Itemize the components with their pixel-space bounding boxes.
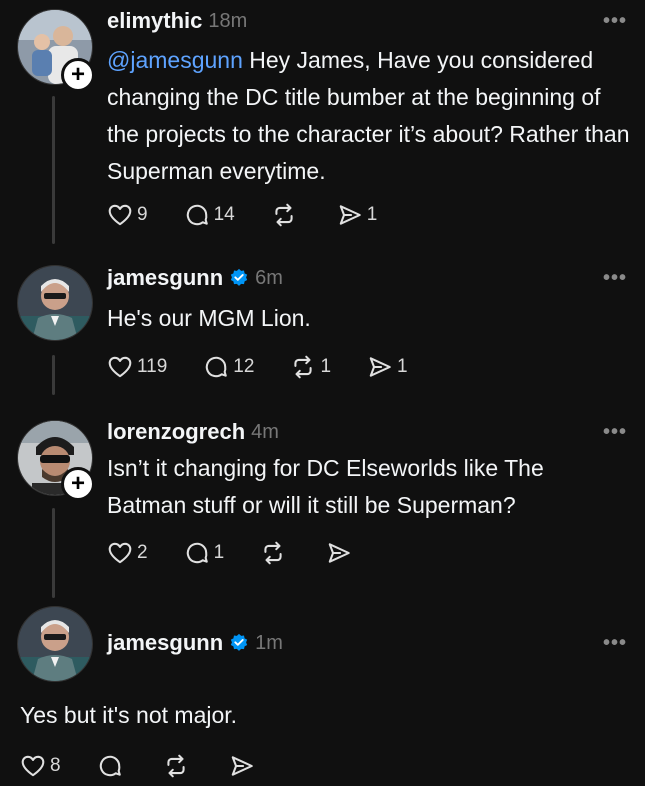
post-elimythic: + elimythic 18m ••• @jamesgunn Hey James… xyxy=(0,0,645,244)
comment-icon xyxy=(184,540,210,566)
post-jamesgunn-1: jamesgunn 6m ••• He's our MGM Lion. 119 … xyxy=(0,255,645,395)
like-button[interactable]: 8 xyxy=(20,753,61,779)
comment-button[interactable]: 14 xyxy=(184,202,235,228)
repost-icon xyxy=(260,540,286,566)
thread-line xyxy=(52,96,55,244)
mention-link[interactable]: @jamesgunn xyxy=(107,47,243,73)
like-button[interactable]: 9 xyxy=(107,202,148,228)
comment-icon xyxy=(203,354,229,380)
repost-icon xyxy=(271,202,297,228)
username[interactable]: jamesgunn xyxy=(107,265,223,291)
post-actions: 119 12 1 1 xyxy=(107,354,444,380)
comment-button[interactable]: 1 xyxy=(184,540,225,566)
share-icon xyxy=(326,540,352,566)
verified-badge-icon xyxy=(229,268,249,288)
reply-count: 12 xyxy=(233,356,255,377)
repost-icon xyxy=(290,354,316,380)
post-text: Yes but it's not major. xyxy=(20,702,238,728)
repost-button[interactable]: 1 xyxy=(290,354,331,380)
post-actions: 2 1 xyxy=(107,540,392,566)
more-icon[interactable]: ••• xyxy=(603,10,627,33)
share-count: 1 xyxy=(397,356,408,377)
username[interactable]: lorenzogrech xyxy=(107,419,245,445)
post-text: He's our MGM Lion. xyxy=(107,305,311,331)
repost-button[interactable] xyxy=(260,540,290,566)
repost-icon xyxy=(163,753,189,779)
share-button[interactable] xyxy=(326,540,356,566)
heart-icon xyxy=(107,540,133,566)
like-button[interactable]: 119 xyxy=(107,354,167,380)
thread-line xyxy=(52,508,55,598)
timestamp: 1m xyxy=(255,631,283,654)
like-count: 2 xyxy=(137,542,148,563)
more-icon[interactable]: ••• xyxy=(603,632,627,655)
share-icon xyxy=(337,202,363,228)
share-icon xyxy=(367,354,393,380)
heart-icon xyxy=(107,354,133,380)
follow-plus-icon[interactable]: + xyxy=(61,58,95,92)
share-button[interactable]: 1 xyxy=(367,354,408,380)
more-icon[interactable]: ••• xyxy=(603,267,627,290)
username[interactable]: elimythic xyxy=(107,8,202,34)
post-lorenzogrech: + lorenzogrech 4m ••• Isn’t it changing … xyxy=(0,410,645,598)
post-actions: 8 xyxy=(20,753,295,779)
timestamp: 6m xyxy=(255,266,283,289)
post-text: Isn’t it changing for DC Elseworlds like… xyxy=(107,455,544,518)
repost-button[interactable] xyxy=(163,753,193,779)
username[interactable]: jamesgunn xyxy=(107,630,223,656)
timestamp: 18m xyxy=(208,9,248,32)
reply-count: 14 xyxy=(213,204,235,225)
comment-icon xyxy=(184,202,210,228)
like-button[interactable]: 2 xyxy=(107,540,148,566)
like-count: 119 xyxy=(137,356,168,377)
share-button[interactable]: 1 xyxy=(337,202,378,228)
follow-plus-icon[interactable]: + xyxy=(61,467,95,501)
share-count: 1 xyxy=(366,204,378,225)
timestamp: 4m xyxy=(251,420,279,443)
comment-button[interactable]: 12 xyxy=(203,354,254,380)
comment-icon xyxy=(97,753,123,779)
repost-count: 1 xyxy=(320,356,332,377)
heart-icon xyxy=(20,753,46,779)
avatar[interactable] xyxy=(17,265,93,341)
like-count: 8 xyxy=(50,755,61,776)
share-icon xyxy=(229,753,255,779)
thread-line xyxy=(52,355,55,395)
heart-icon xyxy=(107,202,133,228)
verified-badge-icon xyxy=(229,633,249,653)
more-icon[interactable]: ••• xyxy=(603,421,627,444)
avatar[interactable] xyxy=(17,606,93,682)
post-jamesgunn-2: jamesgunn 1m ••• Yes but it's not major.… xyxy=(0,600,645,786)
share-button[interactable] xyxy=(229,753,259,779)
post-actions: 9 14 1 xyxy=(107,202,413,228)
comment-button[interactable] xyxy=(97,753,127,779)
reply-count: 1 xyxy=(213,542,225,563)
like-count: 9 xyxy=(137,204,148,225)
repost-button[interactable] xyxy=(271,202,301,228)
post-text: @jamesgunn Hey James, Have you considere… xyxy=(107,47,630,184)
